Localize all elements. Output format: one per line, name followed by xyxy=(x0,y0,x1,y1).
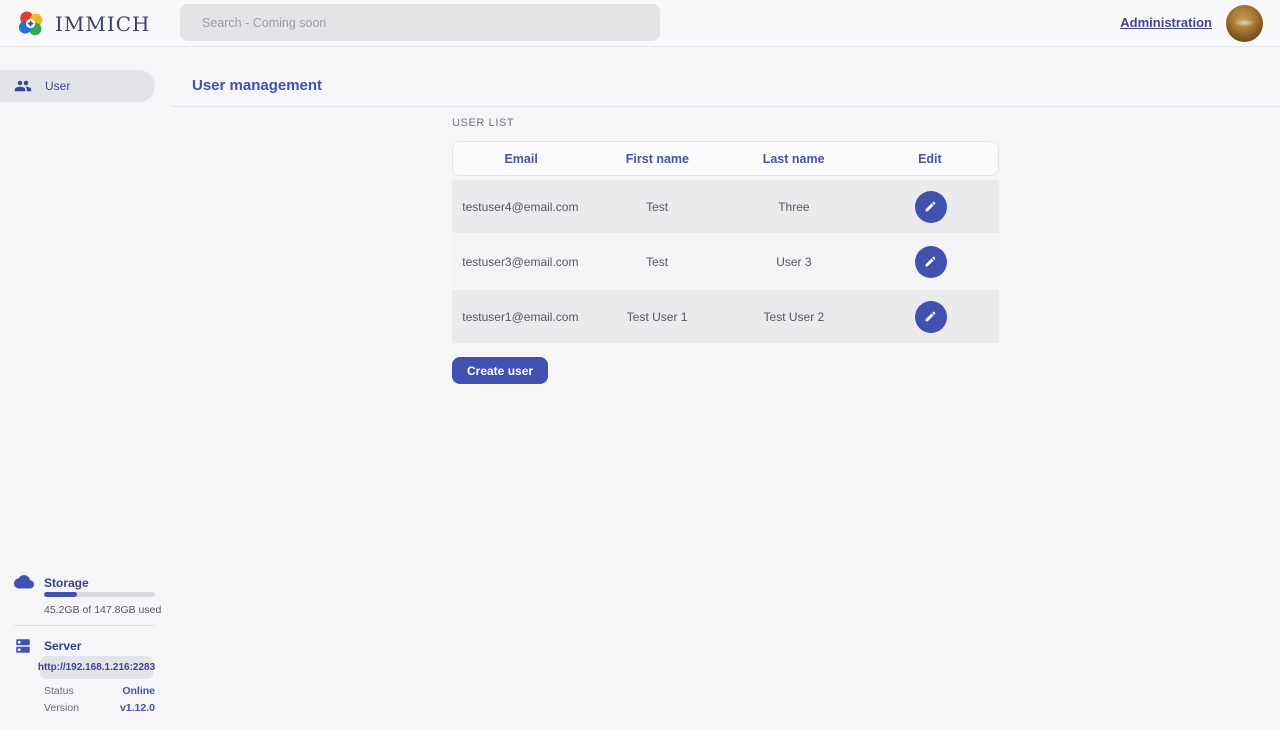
user-table-header-row: Email First name Last name Edit xyxy=(452,141,999,176)
column-header-last-name: Last name xyxy=(726,152,862,166)
create-user-button[interactable]: Create user xyxy=(452,357,548,384)
user-avatar[interactable] xyxy=(1226,5,1263,42)
edit-user-button[interactable] xyxy=(915,191,947,223)
cell-first-name: Test xyxy=(589,200,726,214)
status-value: Online xyxy=(122,685,155,697)
cloud-storage-icon xyxy=(14,573,34,589)
cell-last-name: Test User 2 xyxy=(726,310,863,324)
table-row: testuser4@email.com Test Three xyxy=(452,180,999,233)
user-table-body: testuser4@email.com Test Three testuser3… xyxy=(452,180,999,343)
cell-first-name: Test User 1 xyxy=(589,310,726,324)
search-input[interactable] xyxy=(180,4,660,41)
pencil-icon xyxy=(924,310,937,323)
table-row: testuser3@email.com Test User 3 xyxy=(452,235,999,288)
immich-flower-icon xyxy=(16,9,46,39)
cell-email: testuser4@email.com xyxy=(452,200,589,214)
column-header-first-name: First name xyxy=(589,152,725,166)
server-version-row: Version v1.12.0 xyxy=(44,702,155,714)
edit-user-button[interactable] xyxy=(915,246,947,278)
pencil-icon xyxy=(924,255,937,268)
column-header-edit: Edit xyxy=(862,152,998,166)
app-header: IMMICH Administration xyxy=(0,0,1280,47)
cell-email: testuser3@email.com xyxy=(452,255,589,269)
storage-usage-text: 45.2GB of 147.8GB used xyxy=(44,604,161,616)
user-table: Email First name Last name Edit testuser… xyxy=(452,141,999,345)
footer-divider xyxy=(14,625,155,626)
table-row: testuser1@email.com Test User 1 Test Use… xyxy=(452,290,999,343)
page-title: User management xyxy=(192,77,322,94)
user-list-section-label: USER LIST xyxy=(452,117,514,129)
title-divider xyxy=(171,106,1280,107)
immich-logo[interactable]: IMMICH xyxy=(16,7,151,41)
pencil-icon xyxy=(924,200,937,213)
storage-progress-fill xyxy=(44,592,77,597)
server-title: Server xyxy=(44,639,81,653)
storage-progress-bar xyxy=(44,592,155,597)
sidebar-item-user[interactable]: User xyxy=(0,70,155,102)
cell-email: testuser1@email.com xyxy=(452,310,589,324)
edit-user-button[interactable] xyxy=(915,301,947,333)
cell-last-name: User 3 xyxy=(726,255,863,269)
version-value: v1.12.0 xyxy=(120,702,155,714)
status-label: Status xyxy=(44,685,74,697)
server-url-badge: http://192.168.1.216:2283 xyxy=(40,656,153,679)
cell-last-name: Three xyxy=(726,200,863,214)
sidebar-item-user-label: User xyxy=(45,79,70,93)
column-header-email: Email xyxy=(453,152,589,166)
users-group-icon xyxy=(14,77,32,95)
administration-link[interactable]: Administration xyxy=(1120,15,1212,30)
version-label: Version xyxy=(44,702,79,714)
server-status-row: Status Online xyxy=(44,685,155,697)
cell-first-name: Test xyxy=(589,255,726,269)
storage-title: Storage xyxy=(44,576,89,590)
server-icon xyxy=(14,637,32,655)
app-name: IMMICH xyxy=(55,12,151,36)
